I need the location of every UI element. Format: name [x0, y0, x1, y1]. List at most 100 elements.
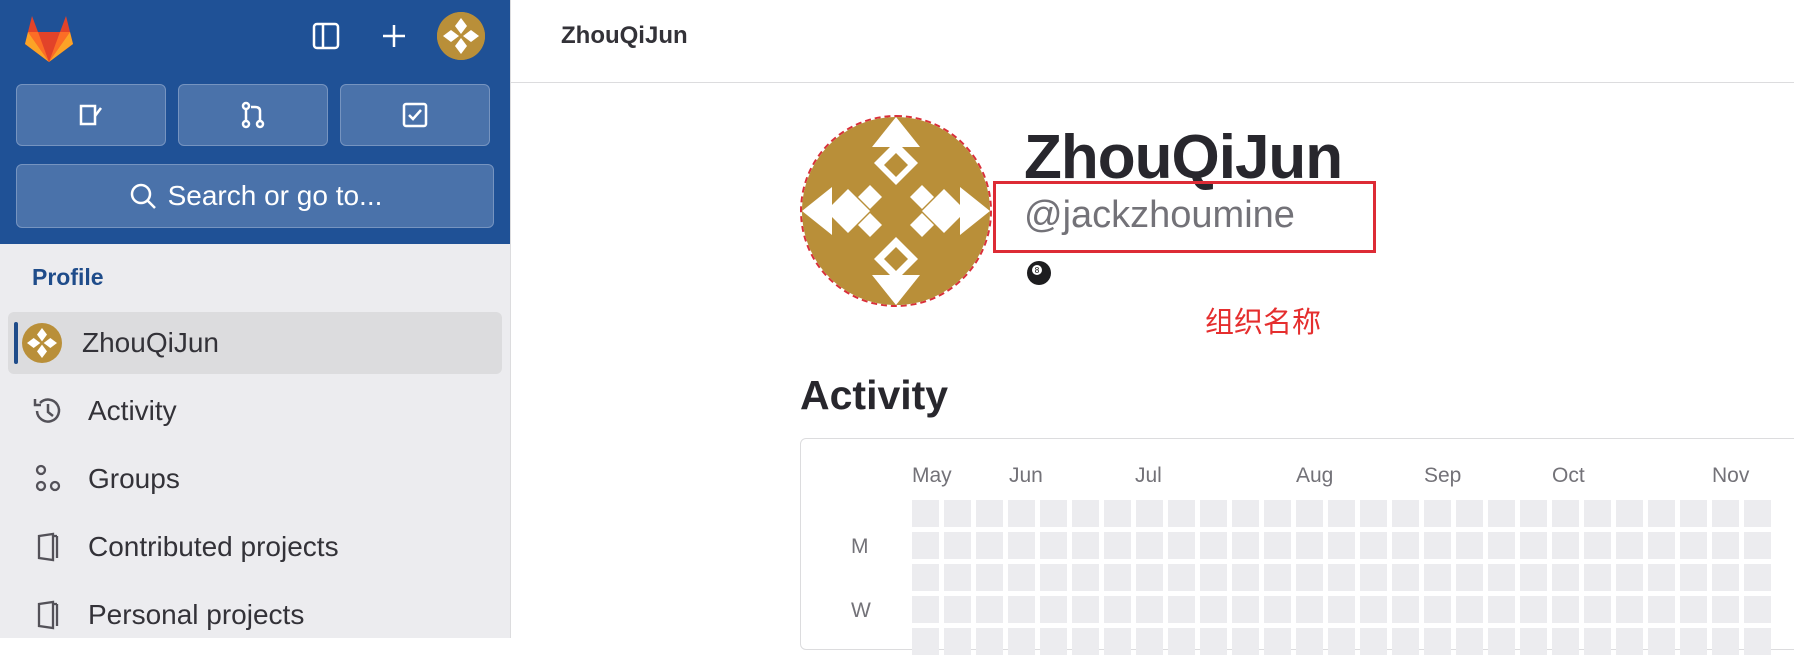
- calendar-cell[interactable]: [1616, 628, 1643, 655]
- sidebar-item-personal-projects[interactable]: Personal projects: [8, 584, 502, 646]
- calendar-cell[interactable]: [1552, 500, 1579, 527]
- calendar-cell[interactable]: [1712, 564, 1739, 591]
- calendar-cell[interactable]: [1456, 532, 1483, 559]
- calendar-cell[interactable]: [1648, 500, 1675, 527]
- calendar-cell[interactable]: [1104, 532, 1131, 559]
- calendar-cell[interactable]: [1168, 628, 1195, 655]
- calendar-cell[interactable]: [1328, 564, 1355, 591]
- calendar-cell[interactable]: [1104, 564, 1131, 591]
- calendar-cell[interactable]: [1360, 500, 1387, 527]
- calendar-cell[interactable]: [1072, 564, 1099, 591]
- calendar-cell[interactable]: [1392, 564, 1419, 591]
- calendar-cell[interactable]: [1584, 564, 1611, 591]
- calendar-cell[interactable]: [1520, 596, 1547, 623]
- calendar-cell[interactable]: [1008, 628, 1035, 655]
- calendar-cell[interactable]: [1456, 628, 1483, 655]
- merge-requests-button[interactable]: [178, 84, 328, 146]
- calendar-cell[interactable]: [1168, 532, 1195, 559]
- gitlab-logo-icon[interactable]: [22, 12, 76, 64]
- calendar-cell[interactable]: [1584, 500, 1611, 527]
- calendar-cell[interactable]: [944, 628, 971, 655]
- calendar-cell[interactable]: [1136, 628, 1163, 655]
- calendar-cell[interactable]: [1488, 564, 1515, 591]
- calendar-cell[interactable]: [1392, 596, 1419, 623]
- calendar-cell[interactable]: [1424, 500, 1451, 527]
- calendar-cell[interactable]: [1360, 564, 1387, 591]
- calendar-cell[interactable]: [1008, 564, 1035, 591]
- calendar-cell[interactable]: [1424, 628, 1451, 655]
- calendar-cell[interactable]: [1168, 596, 1195, 623]
- sidebar-toggle-icon[interactable]: [306, 16, 346, 56]
- calendar-cell[interactable]: [1456, 500, 1483, 527]
- calendar-cell[interactable]: [1616, 532, 1643, 559]
- calendar-cell[interactable]: [1616, 596, 1643, 623]
- calendar-cell[interactable]: [1424, 564, 1451, 591]
- calendar-cell[interactable]: [1200, 564, 1227, 591]
- calendar-cell[interactable]: [1488, 596, 1515, 623]
- calendar-cell[interactable]: [1744, 500, 1771, 527]
- calendar-cell[interactable]: [1680, 500, 1707, 527]
- calendar-cell[interactable]: [1584, 628, 1611, 655]
- calendar-cell[interactable]: [1648, 532, 1675, 559]
- calendar-cell[interactable]: [1040, 596, 1067, 623]
- calendar-cell[interactable]: [1552, 532, 1579, 559]
- calendar-cell[interactable]: [1584, 596, 1611, 623]
- calendar-cell[interactable]: [1040, 564, 1067, 591]
- calendar-cell[interactable]: [944, 500, 971, 527]
- calendar-cell[interactable]: [912, 500, 939, 527]
- calendar-cell[interactable]: [1584, 532, 1611, 559]
- calendar-cell[interactable]: [1520, 532, 1547, 559]
- calendar-cell[interactable]: [976, 628, 1003, 655]
- calendar-cell[interactable]: [912, 628, 939, 655]
- calendar-cell[interactable]: [1040, 532, 1067, 559]
- calendar-cell[interactable]: [944, 532, 971, 559]
- calendar-cell[interactable]: [1264, 532, 1291, 559]
- calendar-cell[interactable]: [912, 596, 939, 623]
- calendar-cell[interactable]: [1712, 596, 1739, 623]
- calendar-cell[interactable]: [1648, 628, 1675, 655]
- calendar-cell[interactable]: [1328, 596, 1355, 623]
- calendar-cell[interactable]: [1680, 564, 1707, 591]
- calendar-cell[interactable]: [1008, 596, 1035, 623]
- calendar-cell[interactable]: [1200, 628, 1227, 655]
- calendar-cell[interactable]: [1392, 628, 1419, 655]
- calendar-cell[interactable]: [1296, 564, 1323, 591]
- calendar-cell[interactable]: [1072, 532, 1099, 559]
- calendar-cell[interactable]: [1680, 532, 1707, 559]
- calendar-cell[interactable]: [1232, 564, 1259, 591]
- calendar-cell[interactable]: [1072, 596, 1099, 623]
- calendar-cell[interactable]: [1104, 596, 1131, 623]
- calendar-cell[interactable]: [976, 532, 1003, 559]
- calendar-cell[interactable]: [1328, 628, 1355, 655]
- user-avatar[interactable]: [437, 12, 485, 60]
- calendar-cell[interactable]: [1680, 628, 1707, 655]
- calendar-cell[interactable]: [1296, 596, 1323, 623]
- calendar-cell[interactable]: [1136, 500, 1163, 527]
- calendar-cell[interactable]: [1200, 532, 1227, 559]
- calendar-cell[interactable]: [1392, 500, 1419, 527]
- calendar-cell[interactable]: [1456, 596, 1483, 623]
- calendar-cell[interactable]: [1360, 628, 1387, 655]
- calendar-cell[interactable]: [1168, 564, 1195, 591]
- calendar-cell[interactable]: [1008, 532, 1035, 559]
- calendar-cell[interactable]: [1744, 564, 1771, 591]
- calendar-cell[interactable]: [1616, 564, 1643, 591]
- sidebar-item-profile[interactable]: ZhouQiJun: [8, 312, 502, 374]
- calendar-cell[interactable]: [1488, 500, 1515, 527]
- calendar-cell[interactable]: [1520, 500, 1547, 527]
- calendar-cell[interactable]: [1264, 628, 1291, 655]
- calendar-cell[interactable]: [976, 500, 1003, 527]
- search-button[interactable]: Search or go to...: [16, 164, 494, 228]
- calendar-cell[interactable]: [1712, 628, 1739, 655]
- calendar-cell[interactable]: [1552, 628, 1579, 655]
- calendar-cell[interactable]: [1232, 628, 1259, 655]
- calendar-cell[interactable]: [912, 532, 939, 559]
- sidebar-item-contributed-projects[interactable]: Contributed projects: [8, 516, 502, 578]
- calendar-cell[interactable]: [1168, 500, 1195, 527]
- calendar-cell[interactable]: [912, 564, 939, 591]
- calendar-cell[interactable]: [1200, 596, 1227, 623]
- calendar-cell[interactable]: [1616, 500, 1643, 527]
- calendar-cell[interactable]: [1296, 628, 1323, 655]
- calendar-cell[interactable]: [944, 596, 971, 623]
- calendar-cell[interactable]: [1104, 628, 1131, 655]
